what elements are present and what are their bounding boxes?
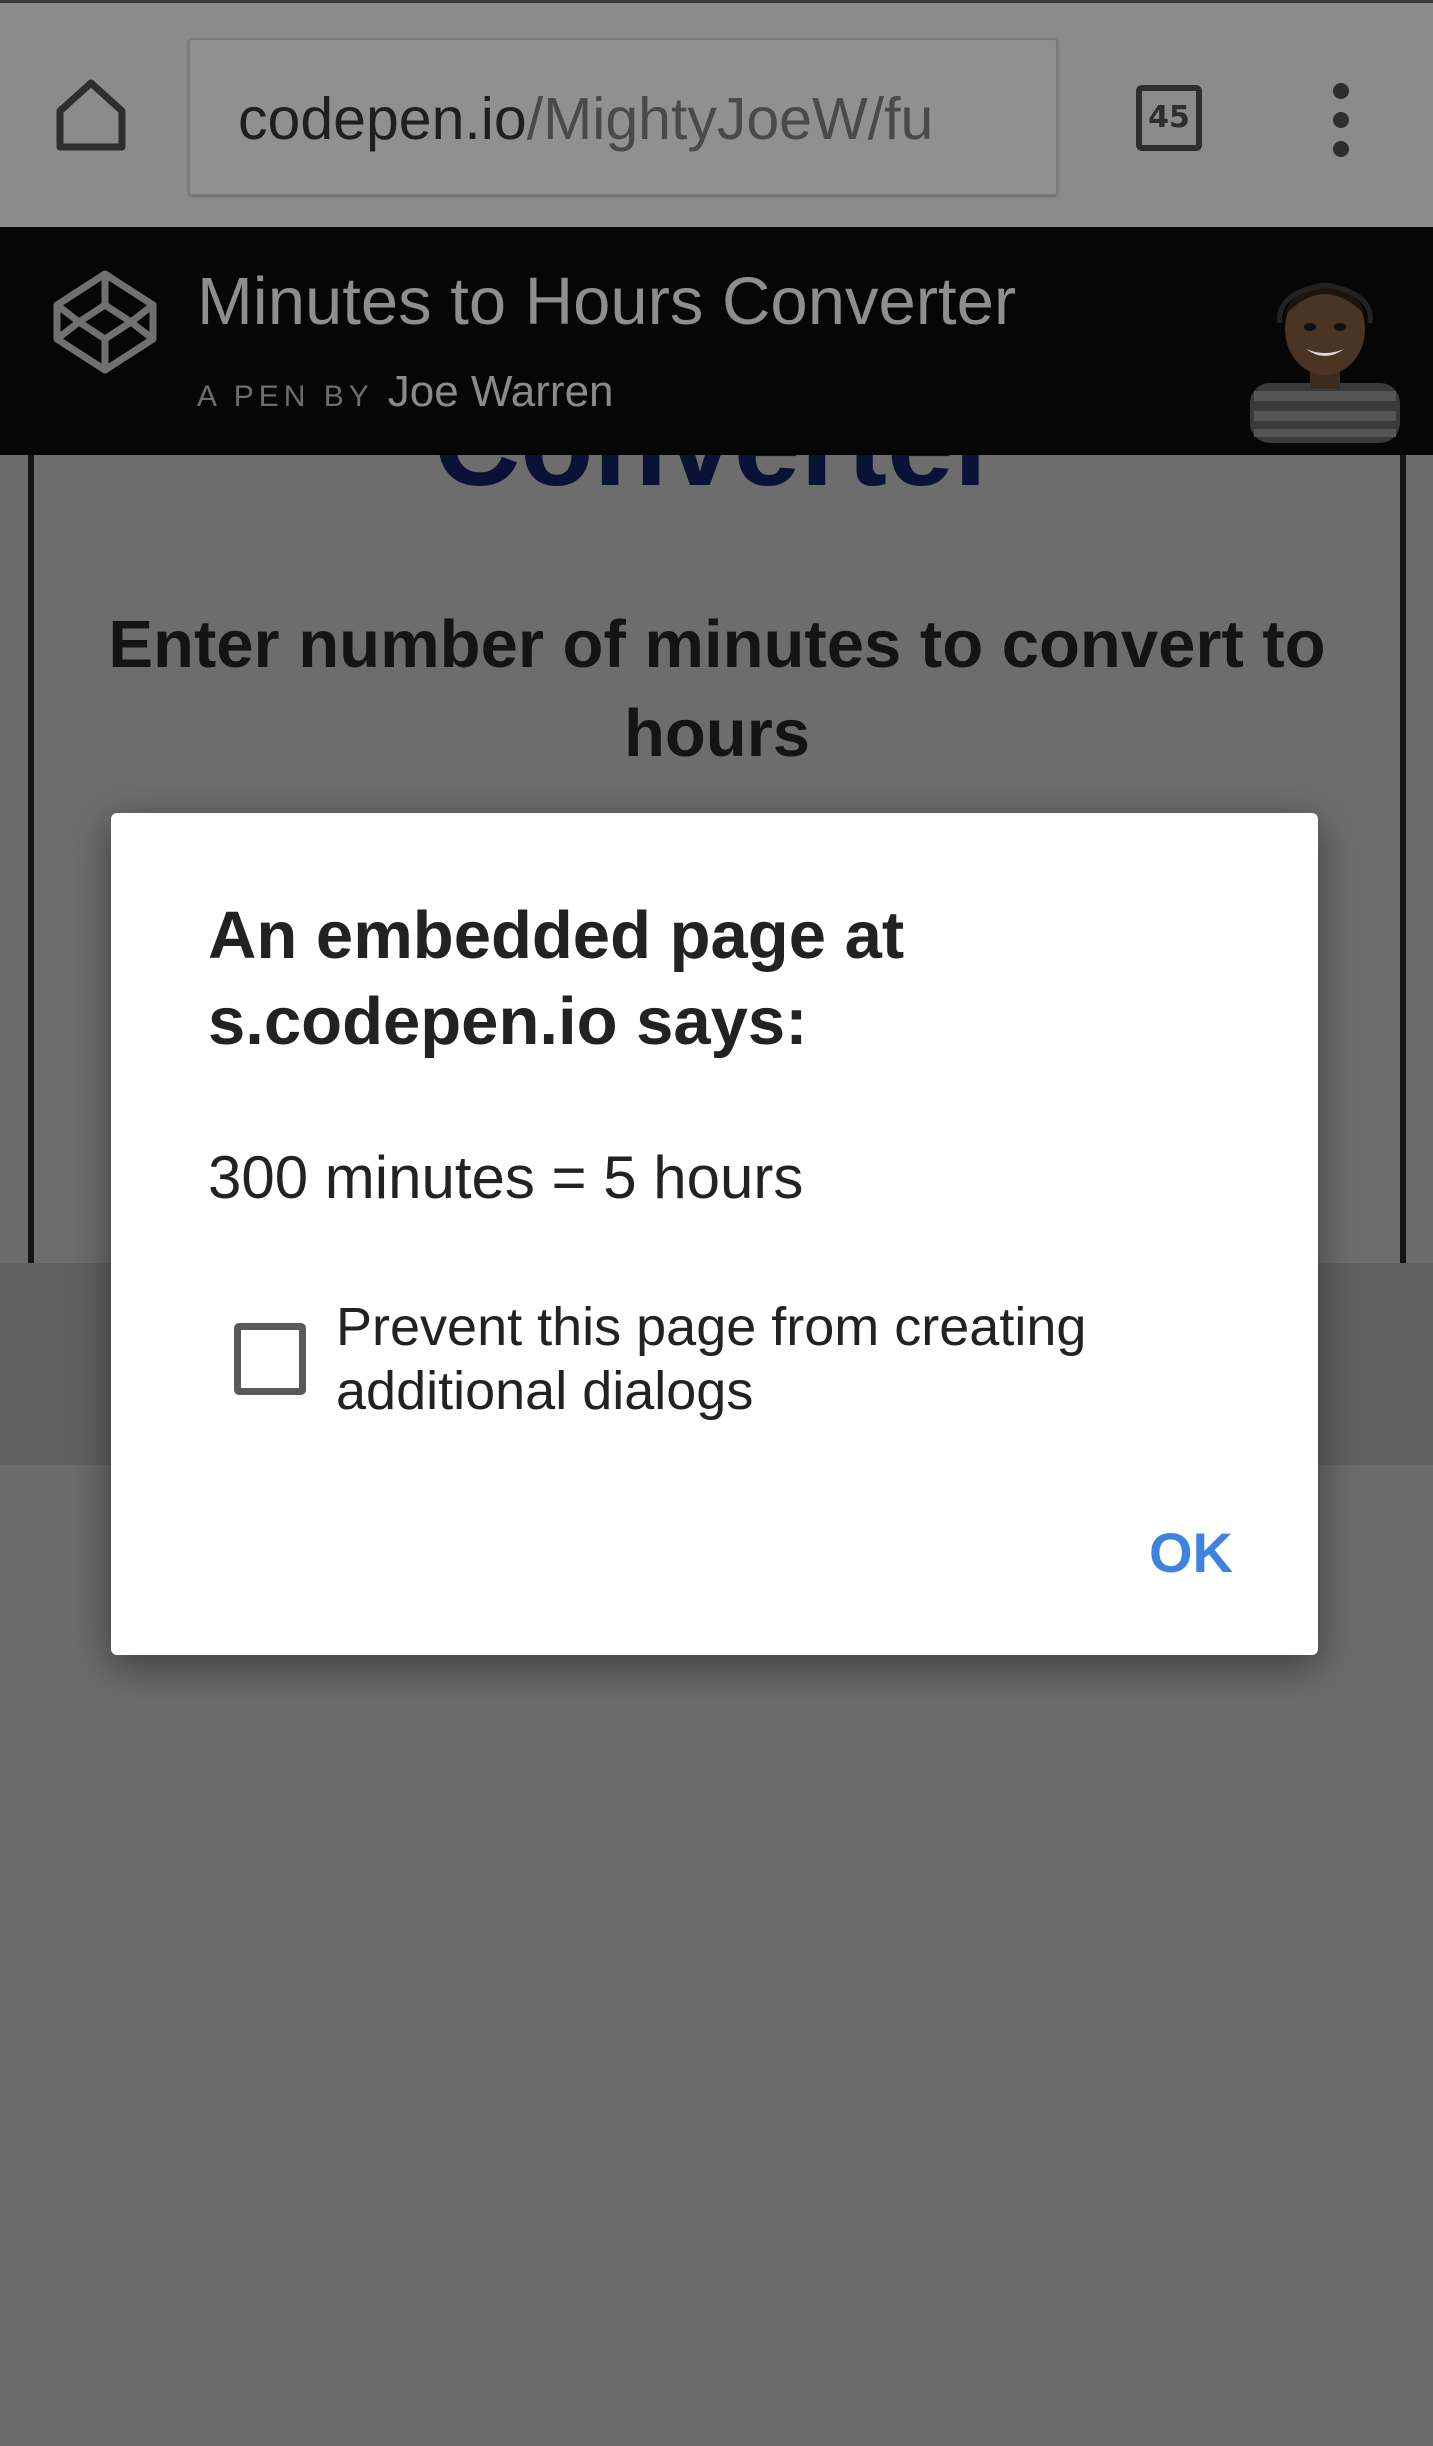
home-icon[interactable] xyxy=(48,71,134,157)
pen-author[interactable]: Joe Warren xyxy=(388,367,614,416)
pen-title[interactable]: Minutes to Hours Converter xyxy=(197,263,1016,340)
url-path: /MightyJoeW/fu xyxy=(526,86,934,152)
address-bar[interactable]: codepen.io/MightyJoeW/fu xyxy=(188,38,1058,196)
codepen-logo-icon[interactable] xyxy=(52,269,158,375)
page-heading: Converter xyxy=(34,455,1400,513)
more-vert-icon[interactable] xyxy=(1316,83,1366,157)
pen-by-prefix: A PEN BY xyxy=(197,380,374,413)
url-host: codepen.io xyxy=(238,86,527,152)
prevent-dialogs-label[interactable]: Prevent this page from creating addition… xyxy=(336,1295,1236,1423)
browser-toolbar: codepen.io/MightyJoeW/fu 45 xyxy=(0,0,1433,227)
prevent-dialogs-checkbox[interactable] xyxy=(234,1323,306,1395)
tab-switcher-button[interactable]: 45 xyxy=(1136,85,1202,151)
dialog-title: An embedded page at s.codepen.io says: xyxy=(208,898,905,1059)
url-text: codepen.io/MightyJoeW/fu xyxy=(238,84,933,154)
codepen-header: Minutes to Hours Converter A PEN BY Joe W… xyxy=(0,227,1433,455)
alert-dialog: An embedded page at s.codepen.io says: 3… xyxy=(111,813,1318,1655)
page-prompt: Enter number of minutes to convert to ho… xyxy=(108,607,1326,771)
avatar[interactable] xyxy=(1240,263,1410,443)
ok-button[interactable]: OK xyxy=(1111,1503,1271,1603)
pen-author-line: A PEN BY Joe Warren xyxy=(197,367,614,417)
dialog-message: 300 minutes = 5 hours xyxy=(208,1144,804,1211)
